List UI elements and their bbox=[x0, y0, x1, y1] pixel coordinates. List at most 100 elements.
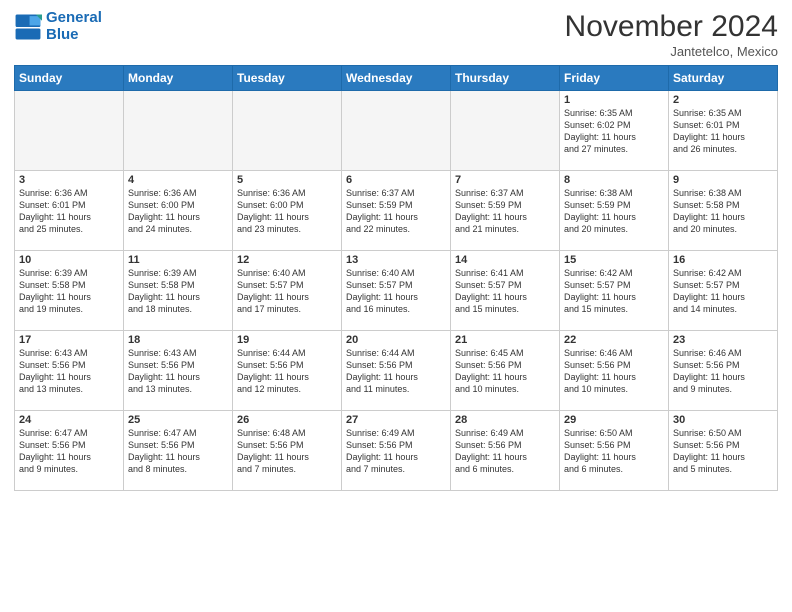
day-number: 28 bbox=[455, 414, 555, 426]
day-info: Sunrise: 6:49 AMSunset: 5:56 PMDaylight:… bbox=[346, 427, 446, 476]
day-info: Sunrise: 6:46 AMSunset: 5:56 PMDaylight:… bbox=[564, 347, 664, 396]
day-info: Sunrise: 6:50 AMSunset: 5:56 PMDaylight:… bbox=[564, 427, 664, 476]
day-number: 16 bbox=[673, 254, 773, 266]
day-cell: 7Sunrise: 6:37 AMSunset: 5:59 PMDaylight… bbox=[451, 171, 560, 251]
day-cell bbox=[342, 91, 451, 171]
day-number: 13 bbox=[346, 254, 446, 266]
day-number: 22 bbox=[564, 334, 664, 346]
day-cell: 10Sunrise: 6:39 AMSunset: 5:58 PMDayligh… bbox=[15, 251, 124, 331]
day-number: 11 bbox=[128, 254, 228, 266]
day-cell bbox=[451, 91, 560, 171]
day-info: Sunrise: 6:38 AMSunset: 5:58 PMDaylight:… bbox=[673, 187, 773, 236]
col-header-sunday: Sunday bbox=[15, 66, 124, 91]
day-cell: 9Sunrise: 6:38 AMSunset: 5:58 PMDaylight… bbox=[669, 171, 778, 251]
logo-line1: General bbox=[46, 9, 102, 26]
day-number: 23 bbox=[673, 334, 773, 346]
day-cell: 8Sunrise: 6:38 AMSunset: 5:59 PMDaylight… bbox=[560, 171, 669, 251]
day-number: 12 bbox=[237, 254, 337, 266]
day-number: 19 bbox=[237, 334, 337, 346]
day-number: 15 bbox=[564, 254, 664, 266]
day-cell: 1Sunrise: 6:35 AMSunset: 6:02 PMDaylight… bbox=[560, 91, 669, 171]
day-number: 30 bbox=[673, 414, 773, 426]
title-block: November 2024 Jantetelco, Mexico bbox=[565, 10, 778, 59]
day-cell: 6Sunrise: 6:37 AMSunset: 5:59 PMDaylight… bbox=[342, 171, 451, 251]
day-info: Sunrise: 6:35 AMSunset: 6:01 PMDaylight:… bbox=[673, 107, 773, 156]
day-info: Sunrise: 6:41 AMSunset: 5:57 PMDaylight:… bbox=[455, 267, 555, 316]
day-info: Sunrise: 6:39 AMSunset: 5:58 PMDaylight:… bbox=[19, 267, 119, 316]
week-row-3: 10Sunrise: 6:39 AMSunset: 5:58 PMDayligh… bbox=[15, 251, 778, 331]
day-info: Sunrise: 6:39 AMSunset: 5:58 PMDaylight:… bbox=[128, 267, 228, 316]
day-cell: 19Sunrise: 6:44 AMSunset: 5:56 PMDayligh… bbox=[233, 331, 342, 411]
day-number: 9 bbox=[673, 174, 773, 186]
day-number: 10 bbox=[19, 254, 119, 266]
day-number: 7 bbox=[455, 174, 555, 186]
day-cell: 11Sunrise: 6:39 AMSunset: 5:58 PMDayligh… bbox=[124, 251, 233, 331]
day-cell bbox=[233, 91, 342, 171]
day-info: Sunrise: 6:36 AMSunset: 6:01 PMDaylight:… bbox=[19, 187, 119, 236]
month-title: November 2024 bbox=[565, 10, 778, 44]
day-cell: 23Sunrise: 6:46 AMSunset: 5:56 PMDayligh… bbox=[669, 331, 778, 411]
day-cell: 14Sunrise: 6:41 AMSunset: 5:57 PMDayligh… bbox=[451, 251, 560, 331]
header-row: SundayMondayTuesdayWednesdayThursdayFrid… bbox=[15, 66, 778, 91]
day-cell bbox=[15, 91, 124, 171]
day-number: 20 bbox=[346, 334, 446, 346]
day-cell: 27Sunrise: 6:49 AMSunset: 5:56 PMDayligh… bbox=[342, 411, 451, 491]
day-cell: 2Sunrise: 6:35 AMSunset: 6:01 PMDaylight… bbox=[669, 91, 778, 171]
day-cell: 25Sunrise: 6:47 AMSunset: 5:56 PMDayligh… bbox=[124, 411, 233, 491]
day-number: 21 bbox=[455, 334, 555, 346]
day-cell: 3Sunrise: 6:36 AMSunset: 6:01 PMDaylight… bbox=[15, 171, 124, 251]
day-info: Sunrise: 6:36 AMSunset: 6:00 PMDaylight:… bbox=[237, 187, 337, 236]
day-number: 27 bbox=[346, 414, 446, 426]
col-header-monday: Monday bbox=[124, 66, 233, 91]
day-number: 14 bbox=[455, 254, 555, 266]
week-row-5: 24Sunrise: 6:47 AMSunset: 5:56 PMDayligh… bbox=[15, 411, 778, 491]
col-header-saturday: Saturday bbox=[669, 66, 778, 91]
day-number: 2 bbox=[673, 94, 773, 106]
day-cell: 18Sunrise: 6:43 AMSunset: 5:56 PMDayligh… bbox=[124, 331, 233, 411]
day-number: 8 bbox=[564, 174, 664, 186]
logo-text: General Blue bbox=[46, 10, 102, 43]
header: General Blue November 2024 Jantetelco, M… bbox=[14, 10, 778, 59]
day-info: Sunrise: 6:44 AMSunset: 5:56 PMDaylight:… bbox=[237, 347, 337, 396]
day-cell bbox=[124, 91, 233, 171]
day-info: Sunrise: 6:48 AMSunset: 5:56 PMDaylight:… bbox=[237, 427, 337, 476]
col-header-tuesday: Tuesday bbox=[233, 66, 342, 91]
day-cell: 29Sunrise: 6:50 AMSunset: 5:56 PMDayligh… bbox=[560, 411, 669, 491]
day-info: Sunrise: 6:35 AMSunset: 6:02 PMDaylight:… bbox=[564, 107, 664, 156]
day-cell: 12Sunrise: 6:40 AMSunset: 5:57 PMDayligh… bbox=[233, 251, 342, 331]
day-info: Sunrise: 6:40 AMSunset: 5:57 PMDaylight:… bbox=[346, 267, 446, 316]
day-info: Sunrise: 6:38 AMSunset: 5:59 PMDaylight:… bbox=[564, 187, 664, 236]
week-row-1: 1Sunrise: 6:35 AMSunset: 6:02 PMDaylight… bbox=[15, 91, 778, 171]
day-cell: 26Sunrise: 6:48 AMSunset: 5:56 PMDayligh… bbox=[233, 411, 342, 491]
day-cell: 21Sunrise: 6:45 AMSunset: 5:56 PMDayligh… bbox=[451, 331, 560, 411]
day-cell: 30Sunrise: 6:50 AMSunset: 5:56 PMDayligh… bbox=[669, 411, 778, 491]
day-info: Sunrise: 6:49 AMSunset: 5:56 PMDaylight:… bbox=[455, 427, 555, 476]
week-row-2: 3Sunrise: 6:36 AMSunset: 6:01 PMDaylight… bbox=[15, 171, 778, 251]
day-info: Sunrise: 6:36 AMSunset: 6:00 PMDaylight:… bbox=[128, 187, 228, 236]
calendar-table: SundayMondayTuesdayWednesdayThursdayFrid… bbox=[14, 65, 778, 491]
day-cell: 22Sunrise: 6:46 AMSunset: 5:56 PMDayligh… bbox=[560, 331, 669, 411]
day-cell: 13Sunrise: 6:40 AMSunset: 5:57 PMDayligh… bbox=[342, 251, 451, 331]
day-number: 4 bbox=[128, 174, 228, 186]
col-header-wednesday: Wednesday bbox=[342, 66, 451, 91]
day-cell: 24Sunrise: 6:47 AMSunset: 5:56 PMDayligh… bbox=[15, 411, 124, 491]
day-cell: 15Sunrise: 6:42 AMSunset: 5:57 PMDayligh… bbox=[560, 251, 669, 331]
day-info: Sunrise: 6:37 AMSunset: 5:59 PMDaylight:… bbox=[346, 187, 446, 236]
day-number: 3 bbox=[19, 174, 119, 186]
col-header-friday: Friday bbox=[560, 66, 669, 91]
logo: General Blue bbox=[14, 10, 102, 43]
page: General Blue November 2024 Jantetelco, M… bbox=[0, 0, 792, 501]
day-info: Sunrise: 6:37 AMSunset: 5:59 PMDaylight:… bbox=[455, 187, 555, 236]
day-info: Sunrise: 6:44 AMSunset: 5:56 PMDaylight:… bbox=[346, 347, 446, 396]
day-cell: 28Sunrise: 6:49 AMSunset: 5:56 PMDayligh… bbox=[451, 411, 560, 491]
day-number: 18 bbox=[128, 334, 228, 346]
col-header-thursday: Thursday bbox=[451, 66, 560, 91]
day-cell: 20Sunrise: 6:44 AMSunset: 5:56 PMDayligh… bbox=[342, 331, 451, 411]
day-number: 29 bbox=[564, 414, 664, 426]
day-cell: 5Sunrise: 6:36 AMSunset: 6:00 PMDaylight… bbox=[233, 171, 342, 251]
day-info: Sunrise: 6:42 AMSunset: 5:57 PMDaylight:… bbox=[673, 267, 773, 316]
logo-line2: Blue bbox=[46, 26, 79, 43]
day-info: Sunrise: 6:42 AMSunset: 5:57 PMDaylight:… bbox=[564, 267, 664, 316]
day-number: 26 bbox=[237, 414, 337, 426]
day-number: 1 bbox=[564, 94, 664, 106]
